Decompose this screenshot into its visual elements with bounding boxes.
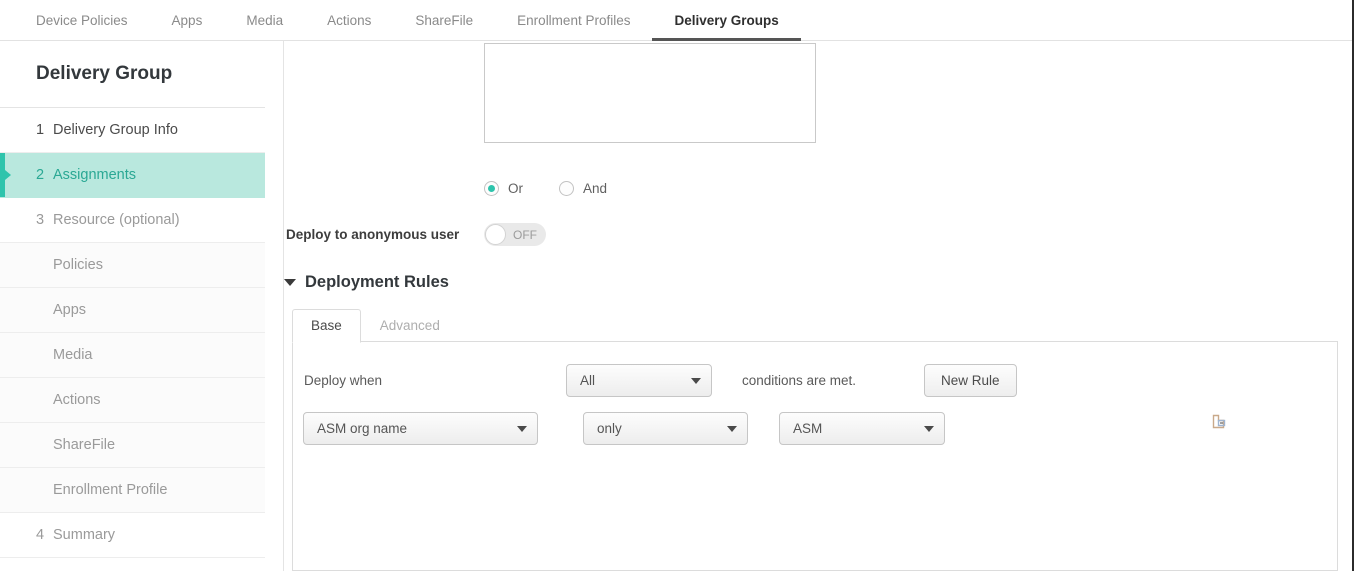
step-number: 3 [36, 212, 53, 228]
tab-label: Delivery Groups [674, 13, 778, 28]
deploy-anonymous-label: Deploy to anonymous user [284, 227, 470, 242]
new-rule-button[interactable]: New Rule [924, 364, 1017, 397]
tab-media[interactable]: Media [224, 0, 305, 40]
deployment-rules-tabs: Base Advanced [292, 309, 459, 342]
rule-attribute-value: ASM org name [317, 421, 407, 436]
tab-device-policies[interactable]: Device Policies [14, 0, 150, 40]
match-type-value: All [580, 373, 595, 388]
sidebar-item-media[interactable]: Media [0, 333, 265, 378]
sidebar-item-apps[interactable]: Apps [0, 288, 265, 333]
tab-delivery-groups[interactable]: Delivery Groups [652, 0, 800, 40]
new-rule-label: New Rule [941, 373, 1000, 388]
conditions-met-text: conditions are met. [742, 373, 856, 388]
tab-advanced[interactable]: Advanced [361, 309, 459, 342]
sidebar-item-label: Summary [53, 527, 115, 543]
rule-operator-value: only [597, 421, 622, 436]
chevron-down-icon [691, 378, 701, 384]
tab-label: Actions [327, 13, 371, 28]
tab-label: Media [246, 13, 283, 28]
sidebar-item-summary[interactable]: 4 Summary [0, 513, 265, 558]
wizard-sidebar: Delivery Group 1 Delivery Group Info 2 A… [0, 41, 265, 571]
deployment-rules-heading: Deployment Rules [305, 273, 449, 292]
sidebar-item-resource[interactable]: 3 Resource (optional) [0, 198, 265, 243]
tab-label: Base [311, 318, 342, 333]
tab-sharefile[interactable]: ShareFile [393, 0, 495, 40]
top-tab-bar: Device Policies Apps Media Actions Share… [0, 0, 1352, 41]
radio-and-icon[interactable] [559, 181, 574, 196]
tab-label: Apps [172, 13, 203, 28]
sidebar-item-label: Policies [53, 257, 103, 273]
sidebar-item-label: Assignments [53, 167, 136, 183]
sidebar-item-actions[interactable]: Actions [0, 378, 265, 423]
tab-label: Advanced [380, 318, 440, 333]
tab-enrollment-profiles[interactable]: Enrollment Profiles [495, 0, 652, 40]
rule-attribute-select[interactable]: ASM org name [303, 412, 538, 445]
toggle-knob [485, 224, 506, 245]
step-number: 1 [36, 122, 53, 138]
chevron-down-icon [727, 426, 737, 432]
chevron-down-icon [924, 426, 934, 432]
toggle-state-label: OFF [513, 228, 537, 242]
tab-label: Enrollment Profiles [517, 13, 630, 28]
page-title: Delivery Group [0, 41, 265, 108]
step-number: 2 [36, 167, 53, 183]
sidebar-item-label: Delivery Group Info [53, 122, 178, 138]
radio-option-or[interactable]: Or [484, 181, 523, 196]
deploy-when-row: Deploy when All conditions are met. [304, 364, 856, 397]
tab-apps[interactable]: Apps [150, 0, 225, 40]
deployment-rules-section-header[interactable]: Deployment Rules [284, 273, 449, 292]
tab-base[interactable]: Base [292, 309, 361, 343]
sidebar-item-label: Apps [53, 302, 86, 318]
radio-or-icon[interactable] [484, 181, 499, 196]
tab-actions[interactable]: Actions [305, 0, 393, 40]
step-number: 4 [36, 527, 53, 543]
rule-value-value: ASM [793, 421, 822, 436]
sidebar-item-label: Media [53, 347, 93, 363]
sidebar-item-policies[interactable]: Policies [0, 243, 265, 288]
deploy-when-label: Deploy when [304, 373, 566, 388]
sidebar-item-delivery-group-info[interactable]: 1 Delivery Group Info [0, 108, 265, 153]
radio-or-label: Or [508, 181, 523, 196]
match-type-select[interactable]: All [566, 364, 712, 397]
rule-value-select[interactable]: ASM [779, 412, 945, 445]
main-content: Or And Deploy to anonymous user OFF Depl… [284, 41, 1352, 571]
sidebar-item-sharefile[interactable]: ShareFile [0, 423, 265, 468]
tab-label: ShareFile [415, 13, 473, 28]
sidebar-item-assignments[interactable]: 2 Assignments [0, 153, 265, 198]
logic-operator-radio-group: Or And [484, 181, 643, 196]
sidebar-item-label: Resource (optional) [53, 212, 180, 228]
sidebar-item-label: Actions [53, 392, 101, 408]
sidebar-item-enrollment-profile[interactable]: Enrollment Profile [0, 468, 265, 513]
assignment-list-box[interactable] [484, 43, 816, 143]
rule-row: ASM org name only ASM [303, 412, 1333, 445]
deploy-anonymous-toggle[interactable]: OFF [484, 223, 546, 246]
chevron-down-icon [517, 426, 527, 432]
tab-label: Device Policies [36, 13, 128, 28]
rule-operator-select[interactable]: only [583, 412, 748, 445]
radio-option-and[interactable]: And [559, 181, 607, 196]
sidebar-item-label: ShareFile [53, 437, 115, 453]
remove-rule-icon[interactable] [1211, 414, 1227, 430]
window-right-gap [1354, 0, 1358, 571]
deploy-anonymous-row: Deploy to anonymous user OFF [284, 223, 844, 246]
chevron-down-icon [284, 279, 296, 286]
deployment-rules-panel: Deploy when All conditions are met. New … [292, 341, 1338, 571]
sidebar-item-label: Enrollment Profile [53, 482, 167, 498]
radio-and-label: And [583, 181, 607, 196]
